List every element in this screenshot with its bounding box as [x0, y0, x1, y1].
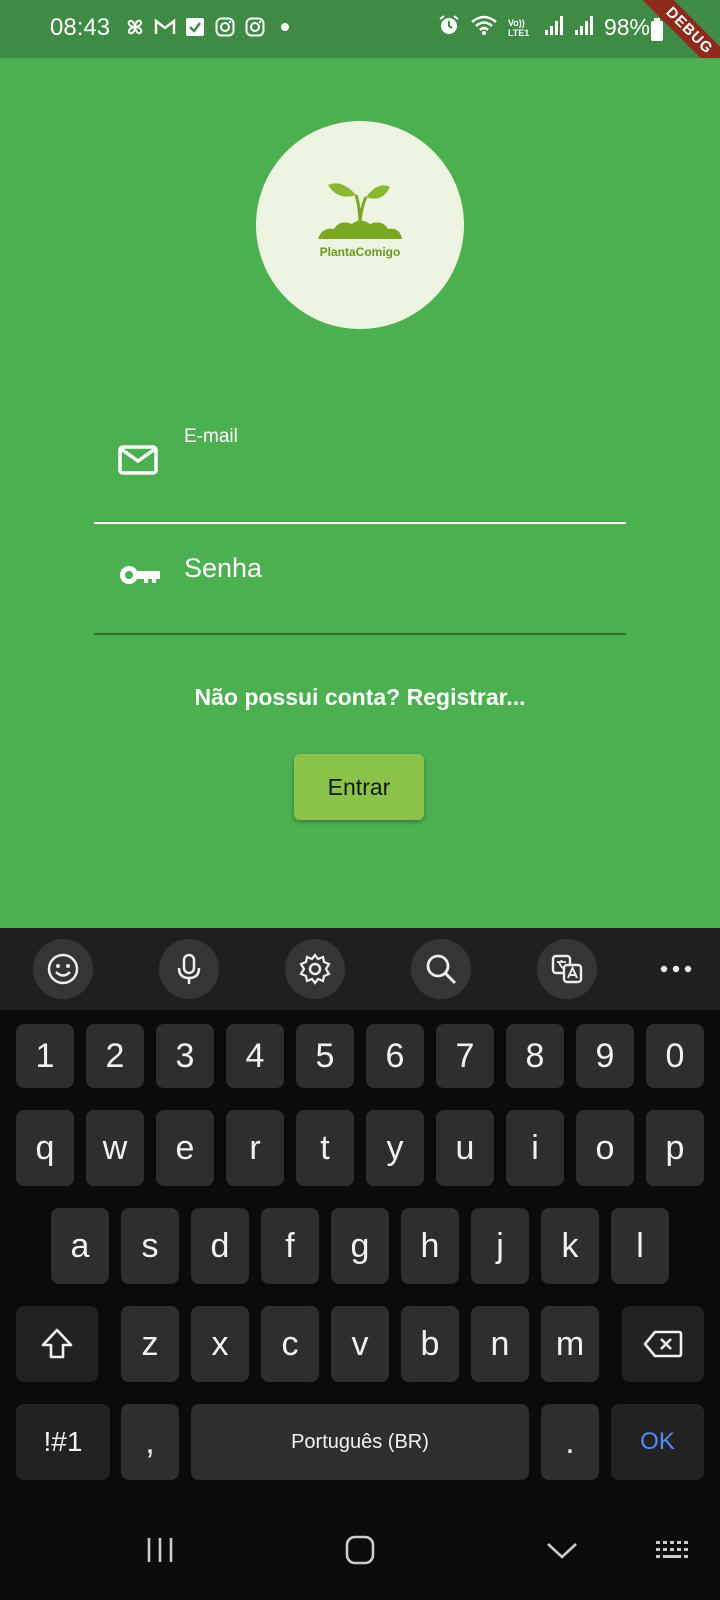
- alarm-icon: [438, 14, 460, 41]
- settings-icon[interactable]: [285, 939, 345, 999]
- translate-icon[interactable]: [537, 939, 597, 999]
- shift-key[interactable]: [16, 1306, 98, 1382]
- symbols-key[interactable]: !#1: [16, 1404, 110, 1480]
- navigation-bar: [0, 1500, 720, 1600]
- shift-icon: [41, 1328, 73, 1359]
- task-check-icon: [184, 16, 206, 38]
- volte-icon: Vo)) LTE1: [507, 17, 530, 38]
- emoji-icon[interactable]: [33, 939, 93, 999]
- key-icon: [118, 555, 160, 595]
- key-5[interactable]: 5: [296, 1024, 354, 1088]
- instagram-icon: [214, 16, 236, 38]
- keyboard-hide-icon[interactable]: [650, 1528, 694, 1572]
- back-icon[interactable]: [540, 1528, 584, 1572]
- app-logo: PlantaComigo: [256, 121, 464, 329]
- key-1[interactable]: 1: [16, 1024, 74, 1088]
- key-0[interactable]: 0: [646, 1024, 704, 1088]
- space-key[interactable]: Português (BR): [191, 1404, 529, 1480]
- key-9[interactable]: 9: [576, 1024, 634, 1088]
- email-underline: [94, 522, 626, 524]
- password-underline: [94, 633, 626, 635]
- key-o[interactable]: o: [576, 1110, 634, 1186]
- key-m[interactable]: m: [541, 1306, 599, 1382]
- pinwheel-icon: [124, 16, 146, 38]
- search-icon[interactable]: [411, 939, 471, 999]
- comma-key[interactable]: ,: [121, 1404, 179, 1480]
- password-field[interactable]: Senha: [94, 525, 626, 635]
- system-icons: Vo)) LTE1 98%: [438, 14, 650, 41]
- key-u[interactable]: u: [436, 1110, 494, 1186]
- register-link[interactable]: Não possui conta? Registrar...: [0, 684, 720, 711]
- microphone-icon[interactable]: [159, 939, 219, 999]
- key-h[interactable]: h: [401, 1208, 459, 1284]
- key-e[interactable]: e: [156, 1110, 214, 1186]
- key-g[interactable]: g: [331, 1208, 389, 1284]
- period-key[interactable]: .: [541, 1404, 599, 1480]
- key-t[interactable]: t: [296, 1110, 354, 1186]
- key-z[interactable]: z: [121, 1306, 179, 1382]
- email-label: E-mail: [184, 426, 238, 447]
- backspace-key[interactable]: [622, 1306, 704, 1382]
- key-l[interactable]: l: [611, 1208, 669, 1284]
- keyboard-toolbar: [0, 928, 720, 1010]
- key-s[interactable]: s: [121, 1208, 179, 1284]
- key-a[interactable]: a: [51, 1208, 109, 1284]
- key-k[interactable]: k: [541, 1208, 599, 1284]
- login-button[interactable]: Entrar: [294, 754, 424, 820]
- logo-text: PlantaComigo: [319, 245, 401, 259]
- key-f[interactable]: f: [261, 1208, 319, 1284]
- password-placeholder: Senha: [184, 553, 263, 583]
- instagram-icon: [244, 16, 266, 38]
- key-6[interactable]: 6: [366, 1024, 424, 1088]
- battery-percent: 98%: [603, 14, 650, 40]
- gmail-icon: [154, 16, 176, 38]
- ok-key[interactable]: OK: [611, 1404, 704, 1480]
- key-d[interactable]: d: [191, 1208, 249, 1284]
- key-n[interactable]: n: [471, 1306, 529, 1382]
- key-b[interactable]: b: [401, 1306, 459, 1382]
- mail-icon: [118, 440, 158, 480]
- recents-icon[interactable]: [138, 1528, 182, 1572]
- battery-icon: [650, 18, 664, 47]
- key-2[interactable]: 2: [86, 1024, 144, 1088]
- signal-icon: [544, 14, 564, 41]
- key-8[interactable]: 8: [506, 1024, 564, 1088]
- key-i[interactable]: i: [506, 1110, 564, 1186]
- key-j[interactable]: j: [471, 1208, 529, 1284]
- email-field[interactable]: E-mail: [94, 414, 626, 524]
- key-y[interactable]: y: [366, 1110, 424, 1186]
- key-p[interactable]: p: [646, 1110, 704, 1186]
- key-7[interactable]: 7: [436, 1024, 494, 1088]
- home-icon[interactable]: [338, 1528, 382, 1572]
- notification-icons: [124, 16, 296, 38]
- backspace-icon: [643, 1330, 683, 1358]
- wifi-icon: [470, 14, 498, 41]
- key-c[interactable]: c: [261, 1306, 319, 1382]
- key-q[interactable]: q: [16, 1110, 74, 1186]
- login-screen: PlantaComigo E-mail Senha Não possui con…: [0, 58, 720, 928]
- status-bar: 08:43 Vo)) LTE1 98% DEBUG: [0, 0, 720, 92]
- key-3[interactable]: 3: [156, 1024, 214, 1088]
- key-4[interactable]: 4: [226, 1024, 284, 1088]
- more-icon[interactable]: [646, 939, 706, 999]
- status-time: 08:43: [50, 14, 111, 41]
- key-w[interactable]: w: [86, 1110, 144, 1186]
- key-r[interactable]: r: [226, 1110, 284, 1186]
- key-v[interactable]: v: [331, 1306, 389, 1382]
- key-x[interactable]: x: [191, 1306, 249, 1382]
- signal-icon: [574, 14, 594, 41]
- dot-icon: [274, 16, 296, 38]
- sprout-icon: [318, 183, 402, 239]
